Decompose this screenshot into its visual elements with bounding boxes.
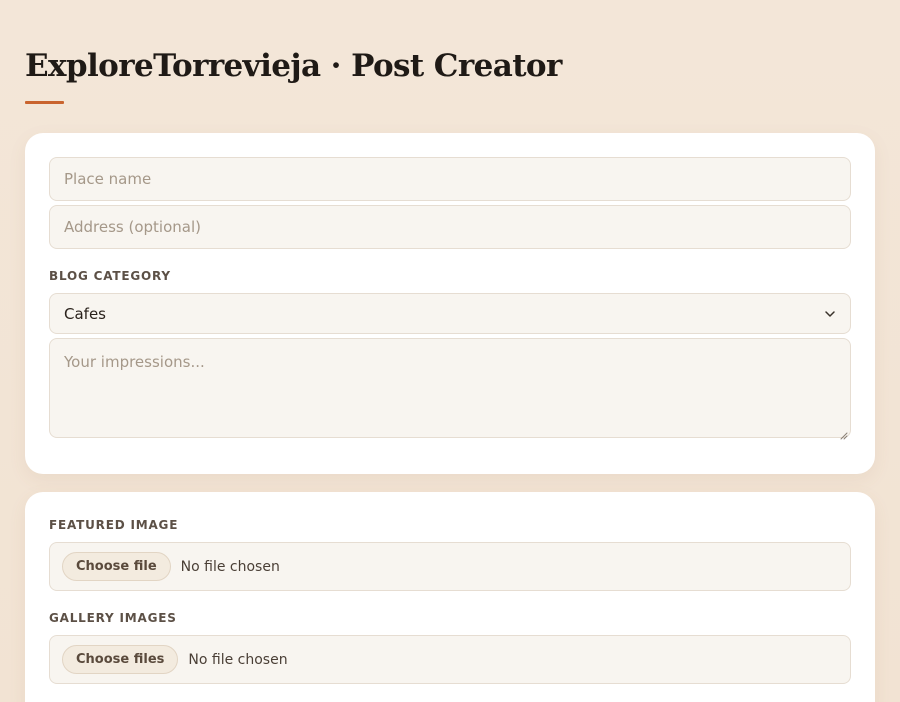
- category-select[interactable]: Cafes: [49, 293, 851, 334]
- gallery-images-input[interactable]: Choose files No file chosen: [49, 635, 851, 684]
- impressions-placeholder: Your impressions...: [64, 353, 205, 371]
- featured-file-status: No file chosen: [180, 558, 280, 575]
- page-header: ExploreTorrevieja · Post Creator: [25, 44, 562, 104]
- chevron-down-icon: [824, 308, 836, 320]
- impressions-textarea[interactable]: Your impressions...: [49, 338, 851, 440]
- featured-image-input[interactable]: Choose file No file chosen: [49, 542, 851, 591]
- address-placeholder: Address (optional): [64, 218, 201, 236]
- featured-image-label: FEATURED IMAGE: [49, 518, 179, 532]
- category-label: BLOG CATEGORY: [49, 269, 171, 283]
- choose-files-button[interactable]: Choose files: [62, 645, 179, 674]
- place-name-input[interactable]: Place name: [49, 157, 851, 201]
- gallery-file-status: No file chosen: [188, 651, 288, 668]
- title-accent-rule: [25, 101, 64, 104]
- page-title: ExploreTorrevieja · Post Creator: [25, 48, 562, 84]
- address-input[interactable]: Address (optional): [49, 205, 851, 249]
- choose-file-button[interactable]: Choose file: [62, 552, 171, 581]
- media-card: FEATURED IMAGE Choose file No file chose…: [25, 492, 875, 702]
- category-selected-value: Cafes: [64, 304, 106, 323]
- place-name-placeholder: Place name: [64, 170, 152, 188]
- gallery-images-label: GALLERY IMAGES: [49, 611, 177, 625]
- post-details-card: Place name Address (optional) BLOG CATEG…: [25, 133, 875, 474]
- resize-handle-icon[interactable]: [839, 426, 848, 440]
